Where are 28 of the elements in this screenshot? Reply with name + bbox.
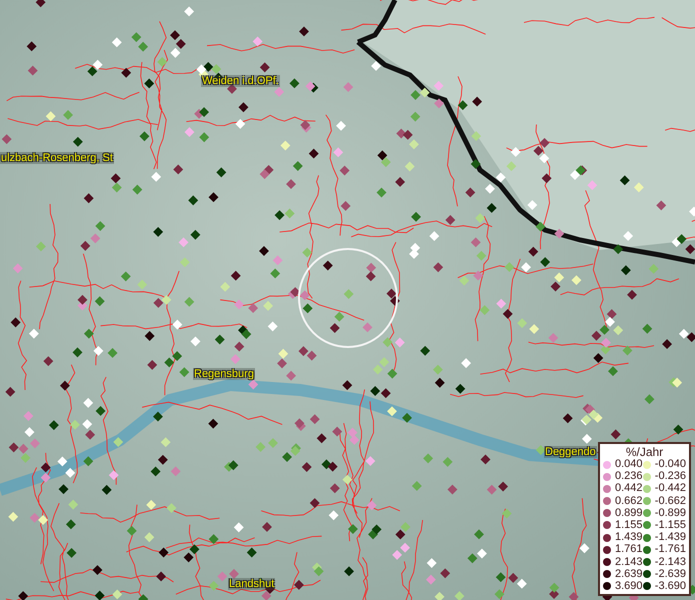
legend-value: 0.442 bbox=[615, 483, 643, 494]
legend-value: -0.899 bbox=[654, 508, 686, 519]
legend-value: -3.690 bbox=[654, 580, 686, 592]
legend-value: -1.155 bbox=[654, 520, 686, 531]
legend-value: -1.761 bbox=[654, 544, 686, 556]
place-label: Deggendo bbox=[544, 446, 597, 458]
legend-value: 0.899 bbox=[615, 508, 643, 519]
legend-value: 2.143 bbox=[615, 556, 643, 568]
place-label: Regensburg bbox=[193, 368, 255, 380]
legend-value: -2.143 bbox=[654, 556, 686, 568]
place-label: Weiden i.d.OPf. bbox=[201, 75, 280, 87]
legend-value: 0.662 bbox=[615, 496, 643, 507]
legend-value: 3.690 bbox=[615, 580, 643, 592]
legend-value: -0.236 bbox=[654, 471, 686, 482]
place-label: Landshut bbox=[228, 578, 276, 590]
legend-value: 0.236 bbox=[615, 471, 643, 482]
legend-value: -0.662 bbox=[654, 496, 686, 507]
legend-title: %/Jahr bbox=[624, 445, 664, 459]
legend-value: -1.439 bbox=[654, 532, 686, 544]
legend-value: -0.442 bbox=[654, 483, 686, 494]
legend-value: 1.761 bbox=[615, 544, 643, 556]
legend-value: 1.439 bbox=[615, 532, 643, 544]
place-label: ulzbach-Rosenberg, St bbox=[0, 152, 114, 164]
legend-value: 0.040 bbox=[615, 459, 643, 470]
legend-value: -2.639 bbox=[654, 568, 686, 580]
legend-value: 2.639 bbox=[615, 568, 643, 580]
legend-value: 1.155 bbox=[615, 520, 643, 531]
legend-value: -0.040 bbox=[654, 459, 686, 470]
